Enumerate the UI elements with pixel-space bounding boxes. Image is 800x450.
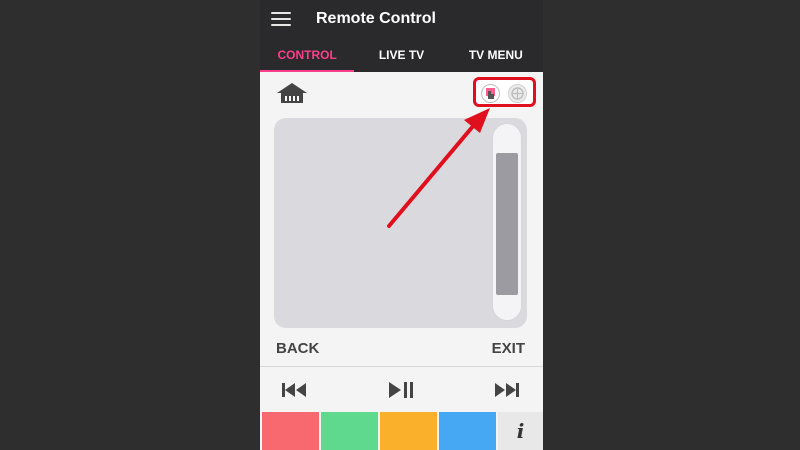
divider (260, 366, 543, 367)
app-bar: Remote Control CONTROL LIVE TV TV MENU (260, 0, 543, 72)
back-button[interactable]: BACK (276, 340, 319, 357)
fast-forward-icon[interactable] (493, 379, 521, 401)
hamburger-icon[interactable] (271, 12, 291, 26)
tab-live-tv[interactable]: LIVE TV (354, 38, 448, 72)
app-title: Remote Control (316, 10, 436, 27)
scroll-wheel[interactable] (492, 123, 522, 321)
touch-mode-icon[interactable] (481, 84, 500, 103)
home-icon[interactable] (276, 82, 308, 104)
color-keys: i (262, 412, 543, 450)
mode-toggle (473, 77, 536, 107)
play-pause-icon[interactable] (387, 379, 415, 401)
touchpad[interactable] (274, 118, 527, 328)
dpad-mode-icon[interactable] (508, 84, 527, 103)
red-key[interactable] (262, 412, 319, 450)
tab-bar: CONTROL LIVE TV TV MENU (260, 38, 543, 72)
info-button[interactable]: i (498, 412, 543, 450)
remote-screen: Remote Control CONTROL LIVE TV TV MENU B… (260, 0, 543, 450)
tab-tv-menu[interactable]: TV MENU (449, 38, 543, 72)
tab-control[interactable]: CONTROL (260, 38, 355, 72)
yellow-key[interactable] (380, 412, 437, 450)
rewind-icon[interactable] (280, 379, 308, 401)
blue-key[interactable] (439, 412, 496, 450)
scroll-thumb[interactable] (496, 153, 518, 295)
green-key[interactable] (321, 412, 378, 450)
exit-button[interactable]: EXIT (492, 340, 525, 357)
